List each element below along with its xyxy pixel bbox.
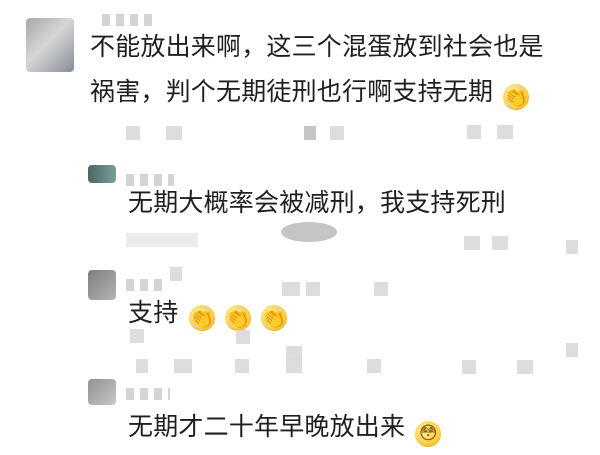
username-redacted bbox=[126, 388, 170, 400]
comment-text: 无期才二十年早晚放出来 😳 bbox=[128, 411, 442, 447]
comment-meta-redacted bbox=[467, 125, 481, 139]
comment-meta-redacted bbox=[282, 282, 300, 296]
comment-text: 支持 👏 👏 👏 bbox=[128, 297, 290, 334]
comment-meta-redacted bbox=[174, 359, 192, 373]
comment-meta-redacted bbox=[304, 126, 316, 140]
comment-meta-redacted bbox=[126, 126, 140, 140]
avatar[interactable] bbox=[88, 165, 116, 183]
comment-meta-redacted bbox=[367, 359, 381, 373]
avatar[interactable] bbox=[26, 18, 74, 72]
flushed-face-icon: 😳 bbox=[415, 421, 442, 447]
comment-meta-redacted bbox=[374, 282, 388, 296]
comment-meta-redacted bbox=[517, 360, 533, 374]
avatar[interactable] bbox=[88, 270, 116, 300]
comment-meta-redacted bbox=[330, 126, 344, 140]
comment-text: 祸害，判个无期徒刑也行啊支持无期 👏 bbox=[90, 76, 532, 113]
comment-meta-redacted bbox=[306, 282, 320, 296]
comment-meta-redacted bbox=[464, 236, 480, 250]
comment-line: 支持 bbox=[128, 298, 179, 327]
comment-line: 无期才二十年早晚放出来 bbox=[128, 412, 406, 441]
comment-meta-redacted bbox=[286, 359, 302, 373]
comment-meta-redacted bbox=[236, 330, 250, 344]
comment-meta-redacted bbox=[462, 360, 476, 374]
comment-meta-redacted bbox=[566, 343, 578, 357]
comment-line: 不能放出来啊，这三个混蛋放到社会也是 bbox=[90, 32, 544, 61]
username-redacted bbox=[126, 174, 174, 186]
clapping-hands-icon: 👏 bbox=[222, 302, 254, 334]
comment-meta-redacted bbox=[130, 329, 144, 343]
username-redacted bbox=[102, 14, 156, 26]
comment-line: 祸害，判个无期徒刑也行啊支持无期 bbox=[90, 77, 494, 106]
username-redacted bbox=[126, 279, 166, 291]
clapping-hands-icon: 👏 bbox=[258, 302, 290, 334]
comment-meta-redacted bbox=[166, 126, 182, 140]
comment-meta-redacted bbox=[281, 222, 337, 242]
comment-meta-redacted bbox=[492, 236, 508, 250]
avatar[interactable] bbox=[88, 379, 116, 405]
comment-meta-redacted bbox=[566, 240, 578, 254]
clapping-hands-icon: 👏 bbox=[186, 302, 217, 334]
comment-meta-redacted bbox=[235, 359, 249, 373]
comment-text: 不能放出来啊，这三个混蛋放到社会也是 bbox=[90, 31, 544, 63]
comment-meta-redacted bbox=[170, 267, 182, 281]
comment-meta-redacted bbox=[497, 125, 513, 139]
clapping-hands-icon: 👏 bbox=[500, 81, 532, 113]
comment-text: 无期大概率会被减刑，我支持死刑 bbox=[128, 187, 506, 219]
comment-meta-redacted bbox=[136, 359, 148, 373]
comment-line: 无期大概率会被减刑，我支持死刑 bbox=[128, 188, 507, 217]
comment-meta-redacted bbox=[286, 346, 302, 360]
comment-meta-redacted bbox=[126, 233, 198, 247]
